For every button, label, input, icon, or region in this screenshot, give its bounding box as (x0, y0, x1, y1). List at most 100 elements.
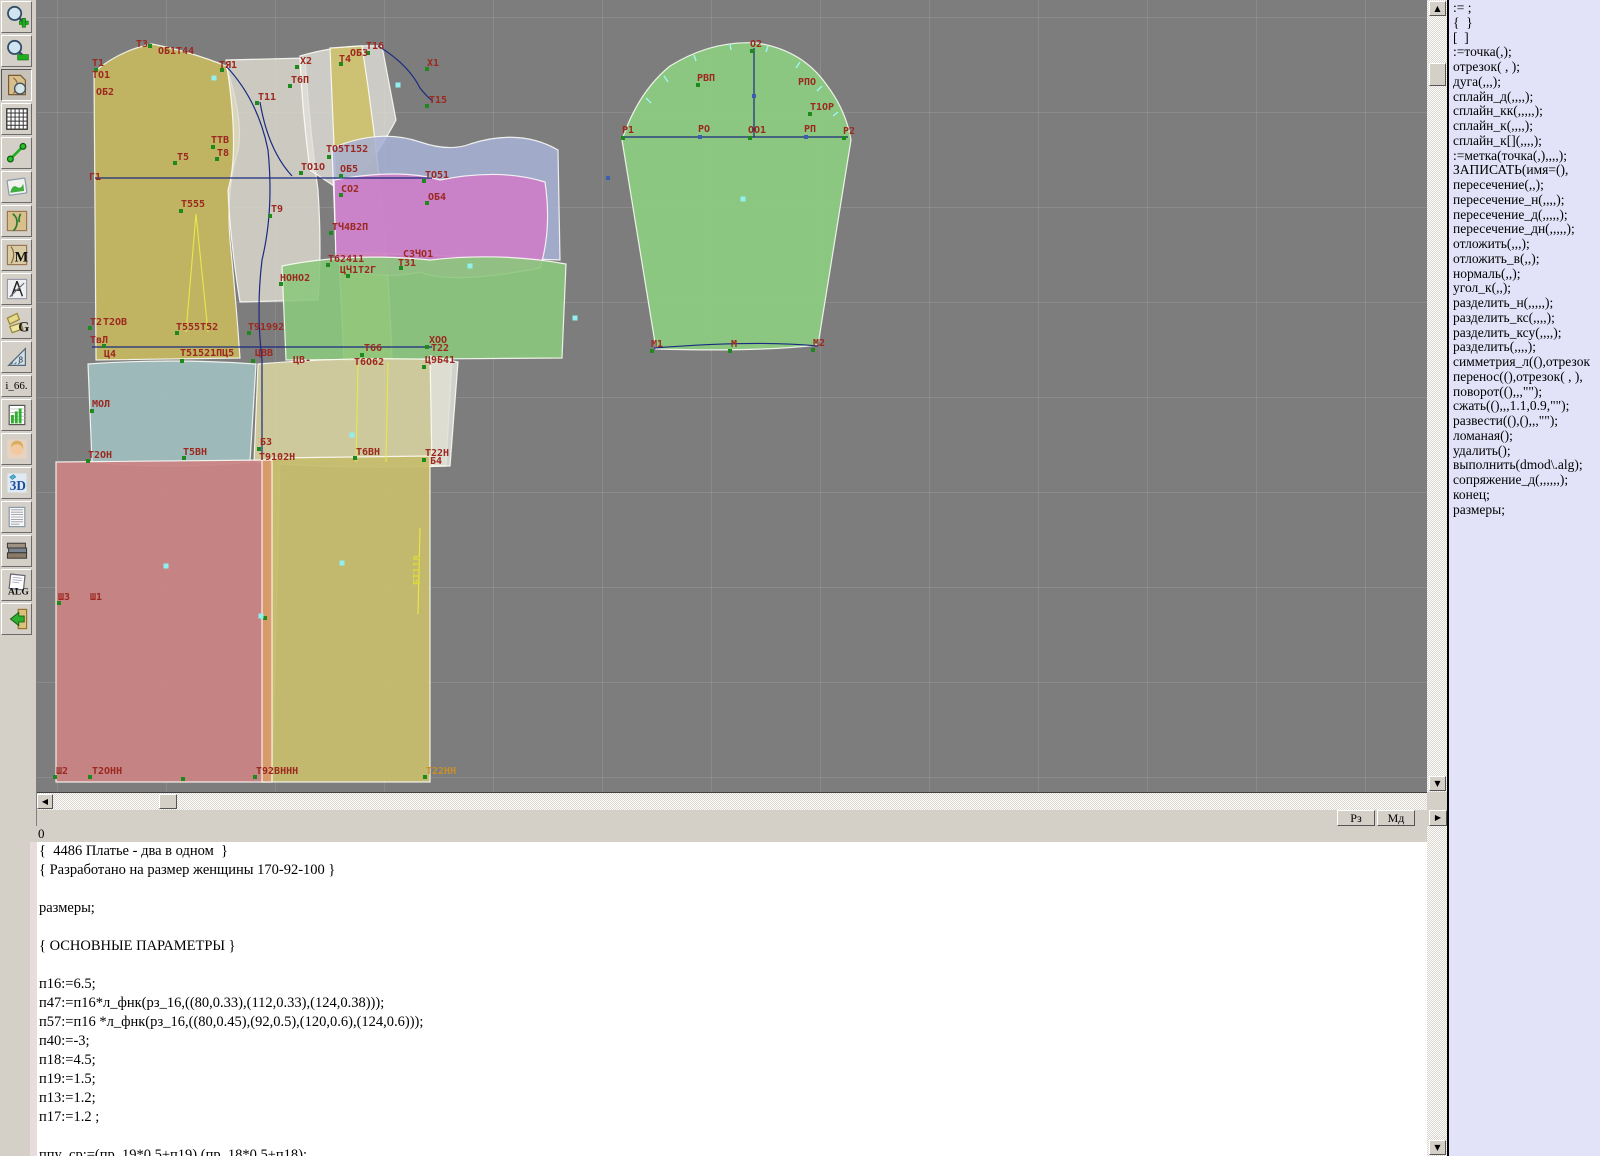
point-label: Ш1 (90, 592, 102, 603)
command-item[interactable]: сплайн_к(,,,,); (1453, 119, 1600, 134)
point-label: Т1ОР (810, 102, 834, 113)
point-label: Т31 (398, 258, 416, 269)
command-item[interactable]: сплайн_кк(,,,,,); (1453, 104, 1600, 119)
scroll-down-icon[interactable]: ▼ (1429, 776, 1446, 791)
alg-code-editor[interactable]: { 4486 Платье - два в одном }{ Разработа… (37, 842, 1427, 1156)
command-item[interactable]: [ ] (1453, 31, 1600, 46)
command-item[interactable]: выполнить(dmod\.alg); (1453, 458, 1600, 473)
command-item[interactable]: отрезок( , ); (1453, 60, 1600, 75)
pattern-m-button[interactable] (1, 239, 32, 271)
point-label: Х2 (300, 56, 312, 67)
grid-button[interactable] (1, 103, 32, 135)
point-label: ЦЧ1Т2Г (340, 264, 376, 276)
command-item[interactable]: размеры; (1453, 503, 1600, 518)
size-table-button[interactable] (1, 399, 32, 431)
scroll-left-icon[interactable]: ◀ (37, 794, 53, 809)
command-item[interactable]: разделить_кс(,,,,); (1453, 311, 1600, 326)
command-item[interactable]: сопряжение_д(,,,,,,); (1453, 473, 1600, 488)
command-item[interactable]: перенос((),отрезок( , ), (1453, 370, 1600, 385)
command-item[interactable]: удалить(); (1453, 444, 1600, 459)
sketch-button[interactable] (1, 171, 32, 203)
canvas-horizontal-scrollbar[interactable]: ◀ (37, 793, 1427, 810)
command-item[interactable]: разделить_ксу(,,,,); (1453, 326, 1600, 341)
model-photo-button[interactable] (1, 433, 32, 465)
exit-button[interactable] (1, 603, 32, 635)
g-pattern-button[interactable] (1, 307, 32, 339)
canvas-vertical-scrollbar[interactable]: ▲ ▼ (1427, 0, 1447, 792)
command-item[interactable]: сжать((),,,1.1,0.9,""); (1453, 399, 1600, 414)
command-item[interactable]: пересечение_н(,,,,); (1453, 193, 1600, 208)
command-item[interactable]: сплайн_д(,,,,); (1453, 90, 1600, 105)
point-label: ТО1О (301, 162, 325, 173)
editor-line: { ОСНОВНЫЕ ПАРАМЕТРЫ } (37, 937, 1427, 956)
green-point-marker (148, 44, 152, 48)
point-label: Т6ВН (356, 447, 380, 458)
piece-bodice-khaki (94, 44, 240, 360)
command-item[interactable]: симметрия_л((),отрезок (1453, 355, 1600, 370)
text-list-button[interactable] (1, 501, 32, 533)
point-label: Ш2 (56, 766, 68, 777)
command-item[interactable]: { } (1453, 16, 1600, 31)
command-item[interactable]: пересечение_д(,,,,,); (1453, 208, 1600, 223)
command-item[interactable]: ломаная(); (1453, 429, 1600, 444)
command-item[interactable]: разделить_н(,,,,,); (1453, 296, 1600, 311)
drafting-tools-button[interactable] (1, 273, 32, 305)
command-item[interactable]: разделить(,,,,); (1453, 340, 1600, 355)
canvas-hscroll-thumb[interactable] (159, 794, 177, 809)
books-button[interactable] (1, 535, 32, 567)
alg-button[interactable] (1, 569, 32, 601)
editor-vertical-scrollbar[interactable]: ▼ (1427, 826, 1447, 1156)
3d-button[interactable] (1, 467, 32, 499)
command-item[interactable]: пересечение_дн(,,,,,); (1453, 222, 1600, 237)
point-label: Б4 (430, 456, 442, 467)
command-item[interactable]: отложить(,,,); (1453, 237, 1600, 252)
point-label: Т2ОНН (92, 766, 122, 777)
i66-button[interactable]: i_66. (1, 375, 32, 397)
point-label: Т1 (92, 58, 104, 69)
green-point-marker (180, 359, 184, 363)
3d-icon (7, 473, 26, 493)
command-item[interactable]: поворот((),,,""); (1453, 385, 1600, 400)
cyan-point-marker (573, 316, 578, 321)
command-item[interactable]: ЗАПИСАТЬ(имя=(), (1453, 163, 1600, 178)
command-item[interactable]: конец; (1453, 488, 1600, 503)
green-point-marker (621, 136, 625, 140)
cyan-point-marker (212, 76, 217, 81)
command-item[interactable]: :=точка(,); (1453, 45, 1600, 60)
command-item[interactable]: :=метка(точка(,),,,,); (1453, 149, 1600, 164)
ruler-button[interactable] (1, 341, 32, 373)
point-label: Р2 (843, 126, 855, 137)
point-label: Т92ВННН (256, 766, 298, 777)
point-label: Т2 (90, 317, 102, 328)
scroll-right-icon[interactable]: ▶ (1429, 810, 1447, 826)
md-button[interactable]: Мд (1377, 810, 1415, 826)
canvas-vscroll-thumb[interactable] (1429, 63, 1446, 86)
scroll-down-icon[interactable]: ▼ (1429, 1140, 1446, 1155)
pattern-canvas[interactable]: Т1ТО1ОБ2Т3ОБ1Т44ТЯ1Х2Т6ПТ4ОБ3Т16Х1Т15Т11… (37, 0, 1427, 793)
point-label: СО2 (341, 184, 359, 195)
pattern-frame-button[interactable] (1, 205, 32, 237)
measure-line-button[interactable] (1, 137, 32, 169)
zoom-in-button[interactable] (1, 1, 32, 33)
command-item[interactable]: := ; (1453, 1, 1600, 16)
point-label: Т6П (291, 75, 309, 86)
scroll-up-icon[interactable]: ▲ (1429, 1, 1446, 16)
cyan-point-marker (350, 433, 355, 438)
command-item[interactable]: угол_к(,,); (1453, 281, 1600, 296)
command-item[interactable]: нормаль(,,); (1453, 267, 1600, 282)
point-label: Т6О62 (354, 357, 384, 368)
command-item[interactable]: развести((),(),,,""); (1453, 414, 1600, 429)
rz-button[interactable]: Рз (1337, 810, 1375, 826)
command-item[interactable]: отложить_в(,,); (1453, 252, 1600, 267)
point-label: Т3 (136, 39, 148, 50)
editor-line: { Разработано на размер женщины 170-92-1… (37, 861, 1427, 880)
point-label: М1 (651, 339, 663, 350)
command-item[interactable]: сплайн_к[](,,,,); (1453, 134, 1600, 149)
point-label: ТЯ1 (219, 60, 237, 71)
zoom-out-button[interactable] (1, 35, 32, 67)
point-label: Т62411 (328, 254, 364, 265)
editor-line: { 4486 Платье - два в одном } (37, 842, 1427, 861)
view-pattern-button[interactable] (1, 69, 32, 101)
command-item[interactable]: пересечение(,,); (1453, 178, 1600, 193)
command-item[interactable]: дуга(,,,); (1453, 75, 1600, 90)
